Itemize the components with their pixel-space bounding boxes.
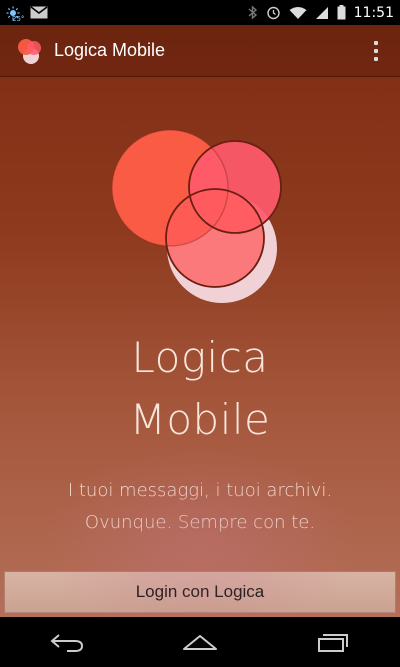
- clock: 11:51: [353, 4, 394, 21]
- app-title: Logica Mobile: [54, 40, 166, 60]
- wifi-icon: [289, 6, 307, 20]
- alarm-icon: [266, 5, 281, 20]
- signal-icon: [315, 6, 329, 20]
- weather-temperature: 25°: [12, 15, 25, 23]
- navigation-bar: [0, 617, 400, 667]
- logica-logo-icon[interactable]: [16, 37, 44, 65]
- brand-name-line2: Mobile: [129, 395, 271, 444]
- gmail-icon: [30, 6, 48, 19]
- overflow-menu-icon[interactable]: [364, 35, 388, 67]
- battery-icon: [337, 5, 346, 20]
- bluetooth-icon: [248, 5, 258, 20]
- app-screen: Logica Mobile Logica Mobile I tuoi messa…: [0, 25, 400, 617]
- home-icon[interactable]: [170, 622, 230, 662]
- tagline-line1: I tuoi messaggi, i tuoi archivi.: [67, 480, 333, 501]
- login-button[interactable]: Login con Logica: [4, 571, 396, 613]
- logica-hero-logo: [112, 130, 282, 303]
- brand-name-line1: Logica: [131, 333, 269, 382]
- recent-apps-icon[interactable]: [303, 622, 363, 662]
- status-bar: 25° 11:51: [0, 0, 400, 25]
- tagline-line2: Ovunque. Sempre con te.: [84, 512, 316, 533]
- back-icon[interactable]: [37, 622, 97, 662]
- action-bar: Logica Mobile: [0, 25, 400, 77]
